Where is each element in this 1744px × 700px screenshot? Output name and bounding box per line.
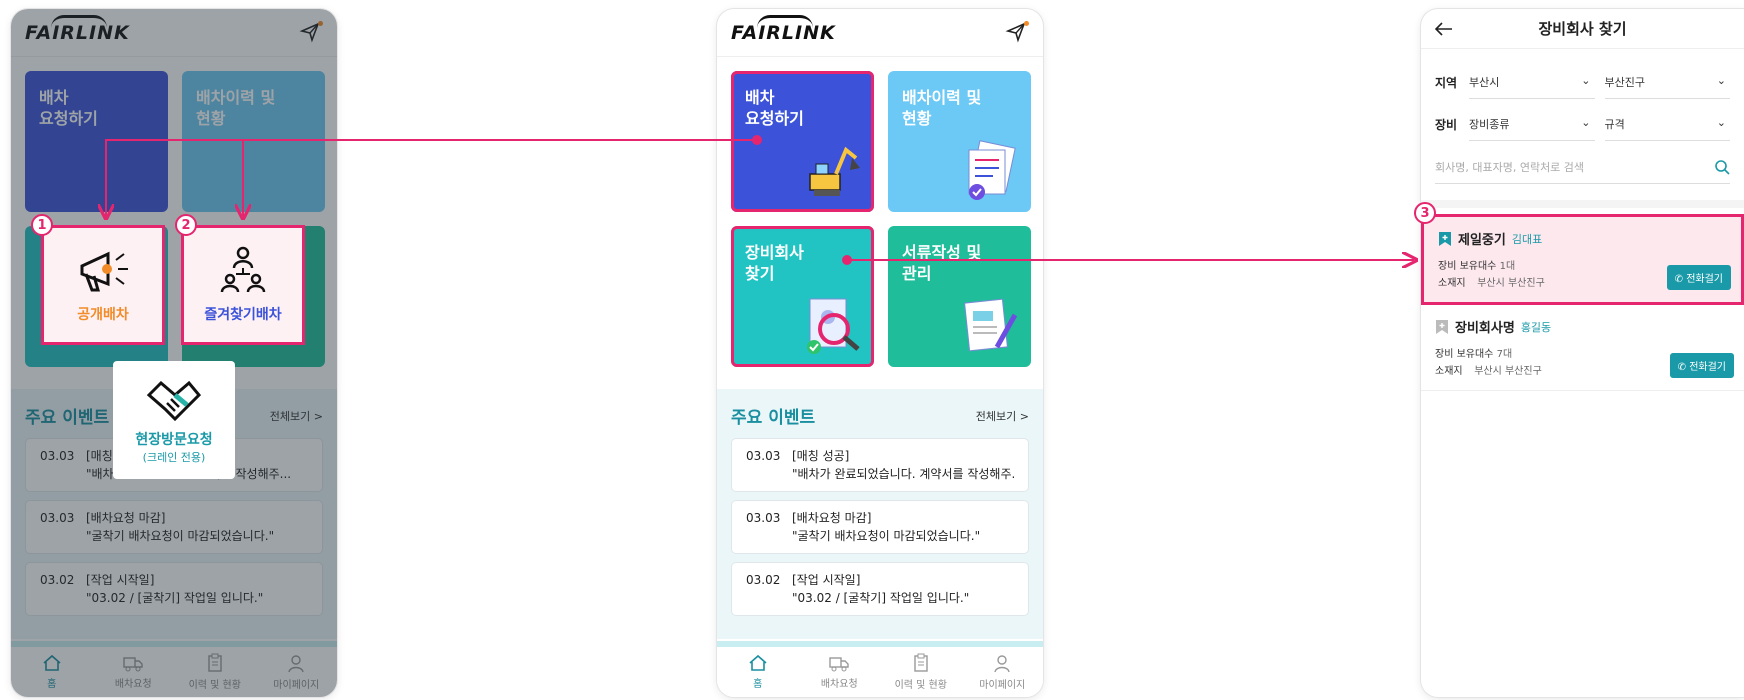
back-arrow-icon[interactable] — [1435, 21, 1453, 36]
connector-origin-company — [842, 255, 852, 265]
flow-connectors — [0, 135, 1744, 700]
connector-origin-dispatch — [752, 135, 762, 145]
connector-to-dispatch-options — [106, 139, 757, 216]
